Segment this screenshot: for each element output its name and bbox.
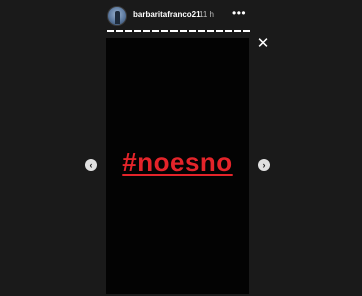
progress-segment: [125, 30, 133, 32]
progress-segment: [161, 30, 169, 32]
story-header: barbaritafranco21 11 h •••: [107, 5, 250, 27]
username-link[interactable]: barbaritafranco21: [133, 10, 201, 19]
progress-segment: [206, 30, 214, 32]
progress-segment: [152, 30, 160, 32]
post-time: 11 h: [199, 10, 214, 19]
next-story-button[interactable]: ›: [258, 159, 270, 171]
progress-segment: [179, 30, 187, 32]
more-options-icon[interactable]: •••: [232, 7, 246, 19]
previous-story-button[interactable]: ‹: [85, 159, 97, 171]
progress-segment: [215, 30, 223, 32]
progress-segment: [170, 30, 178, 32]
story-progress-bar: [107, 30, 250, 32]
progress-segment: [242, 30, 250, 32]
story-content[interactable]: #noesno: [106, 38, 249, 294]
story-hashtag[interactable]: #noesno: [106, 147, 249, 178]
avatar[interactable]: [107, 6, 127, 26]
progress-segment: [143, 30, 151, 32]
progress-segment: [107, 30, 115, 32]
close-icon[interactable]: ✕: [256, 36, 270, 51]
progress-segment: [116, 30, 124, 32]
progress-segment: [188, 30, 196, 32]
progress-segment: [134, 30, 142, 32]
progress-segment: [224, 30, 232, 32]
progress-segment: [233, 30, 241, 32]
progress-segment: [197, 30, 205, 32]
